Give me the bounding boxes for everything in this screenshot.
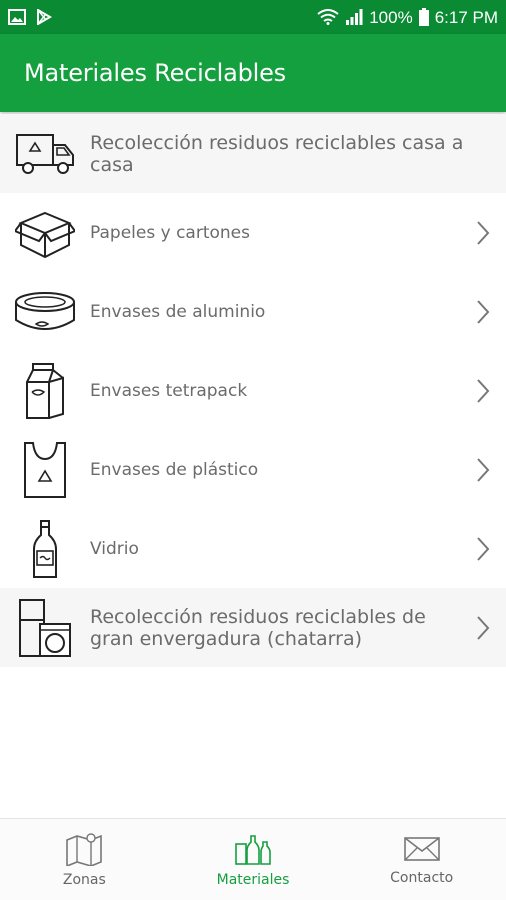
chevron-right-icon [477, 615, 490, 640]
list-item-plastic[interactable]: Envases de plástico [0, 430, 506, 509]
recyclables-icon [235, 834, 271, 865]
list-item-aluminium[interactable]: Envases de aluminio [0, 272, 506, 351]
signal-icon [346, 9, 363, 25]
chevron-right-icon [477, 220, 490, 245]
page-title: Materiales Reciclables [24, 59, 286, 87]
chevron-right-icon [477, 299, 490, 324]
list-item-label: Vidrio [90, 538, 139, 559]
list-item-tetrapack[interactable]: Envases tetrapack [0, 351, 506, 430]
plastic-bag-icon [24, 441, 66, 498]
list-item-label: Envases de aluminio [90, 301, 266, 322]
app-bar: Materiales Reciclables [0, 34, 506, 112]
nav-materiales[interactable]: Materiales [169, 819, 338, 900]
chevron-right-icon [477, 536, 490, 561]
truck-icon [16, 133, 74, 174]
bottom-navigation: Zonas Materiales Contacto [0, 818, 506, 900]
list-item-label: Recolección residuos reciclables casa a … [90, 131, 464, 176]
list-item-scrap-collection[interactable]: Recolección residuos reciclables de gran… [0, 588, 506, 667]
box-icon [15, 211, 75, 258]
clock: 6:17 PM [434, 7, 498, 27]
list-item-label: Recolección residuos reciclables de gran… [90, 605, 426, 650]
list-item-label: Envases de plástico [90, 459, 259, 480]
envelope-icon [403, 836, 440, 861]
carton-icon [26, 362, 64, 419]
nav-label: Zonas [62, 871, 106, 888]
list-item-paper[interactable]: Papeles y cartones [0, 193, 506, 272]
play-store-icon [37, 9, 52, 25]
wifi-icon [317, 9, 339, 25]
status-bar: 100% 6:17 PM [0, 0, 506, 34]
list-item-label: Papeles y cartones [90, 222, 250, 243]
nav-label: Contacto [390, 869, 454, 886]
can-icon [15, 291, 75, 330]
chevron-right-icon [477, 378, 490, 403]
image-icon [8, 9, 26, 25]
map-icon [66, 832, 103, 866]
battery-icon [418, 8, 429, 26]
nav-contacto[interactable]: Contacto [337, 819, 506, 900]
list-item-house-collection[interactable]: Recolección residuos reciclables casa a … [0, 114, 506, 193]
nav-label: Materiales [216, 871, 290, 888]
appliances-icon [19, 598, 71, 657]
bottle-icon [33, 519, 57, 578]
battery-percent: 100% [369, 7, 413, 27]
list-item-glass[interactable]: Vidrio [0, 509, 506, 588]
chevron-right-icon [477, 457, 490, 482]
list-item-label: Envases tetrapack [90, 380, 248, 401]
nav-zonas[interactable]: Zonas [0, 819, 169, 900]
materials-list: Recolección residuos reciclables casa a … [0, 114, 506, 667]
